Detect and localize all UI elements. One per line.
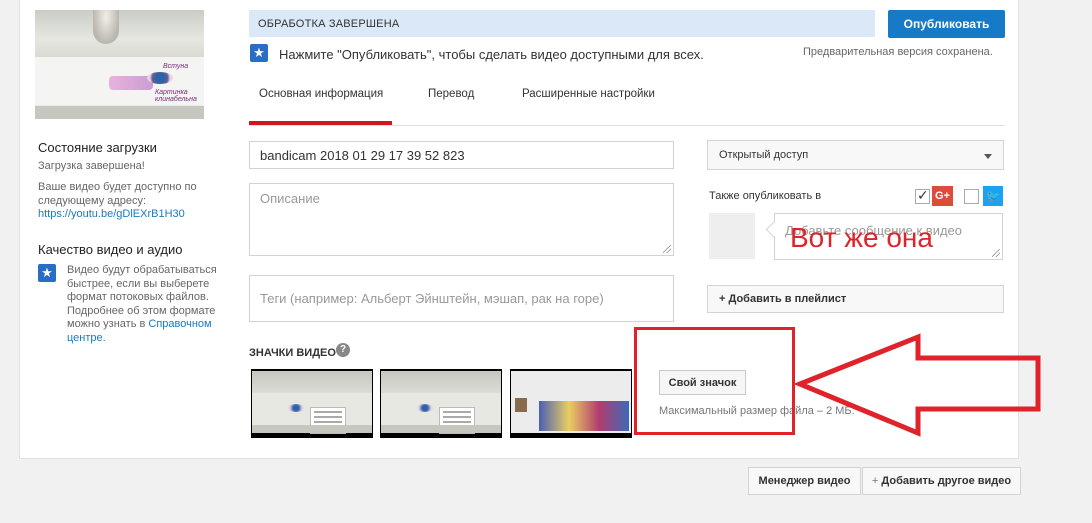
add-another-video-button[interactable]: + Добавить другое видео <box>862 467 1021 495</box>
add-another-video-label: Добавить другое видео <box>881 475 1012 487</box>
plus-icon: + <box>871 475 879 487</box>
video-manager-button[interactable]: Менеджер видео <box>748 467 861 495</box>
annotation-arrow-icon <box>793 333 1041 437</box>
